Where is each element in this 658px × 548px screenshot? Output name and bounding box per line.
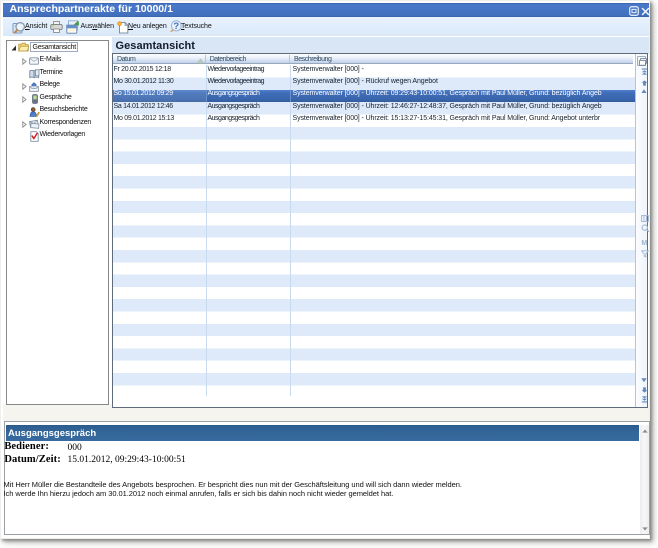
svg-text:?: ? <box>173 21 179 32</box>
svg-text:M: M <box>641 240 647 246</box>
